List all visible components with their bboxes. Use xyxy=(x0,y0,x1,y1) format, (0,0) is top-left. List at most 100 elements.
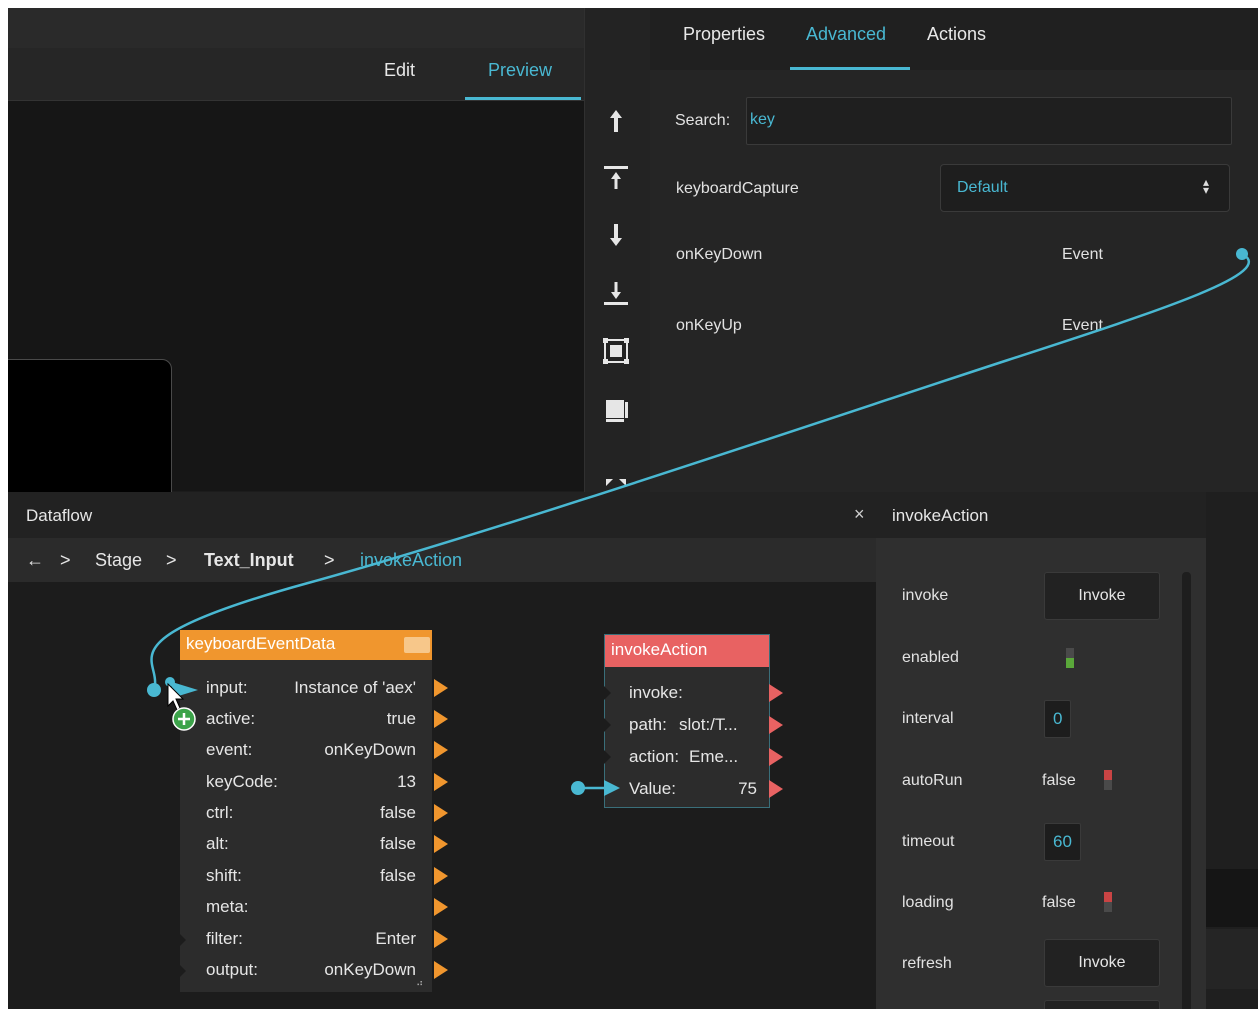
expand-icon[interactable] xyxy=(601,474,631,492)
breadcrumb-separator: > xyxy=(324,550,335,570)
tab-properties[interactable]: Properties xyxy=(683,24,765,45)
node-row[interactable]: meta: xyxy=(206,893,416,921)
node-row[interactable]: ctrl: false xyxy=(206,799,416,827)
inspector-label-timeout: timeout xyxy=(902,833,955,850)
row-value: true xyxy=(386,709,416,728)
search-value[interactable]: key xyxy=(750,111,775,129)
refresh-invoke-button[interactable]: Invoke xyxy=(1044,939,1160,987)
row-key: alt: xyxy=(206,834,229,853)
move-up-icon[interactable] xyxy=(601,106,631,136)
prop-onkeyup-label: onKeyUp xyxy=(676,317,742,334)
row-value: onKeyDown xyxy=(324,960,416,979)
node-row[interactable]: shift: false xyxy=(206,862,416,890)
node-row[interactable]: active: true xyxy=(206,705,416,733)
move-down-icon[interactable] xyxy=(601,220,631,250)
row-value: 75 xyxy=(738,779,757,798)
input-port[interactable] xyxy=(603,749,611,765)
inspector-label-interval: interval xyxy=(902,710,954,727)
node-row[interactable]: input: Instance of 'aex' xyxy=(206,674,416,702)
output-port[interactable] xyxy=(434,773,448,791)
node-row[interactable]: Value: 75 xyxy=(629,775,757,803)
select-arrows-icon: ▴ ▾ xyxy=(1202,175,1209,197)
row-key: ctrl: xyxy=(206,803,234,822)
breadcrumb-item-text-input[interactable]: Text_Input xyxy=(204,550,294,571)
dataflow-title: Dataflow xyxy=(26,506,93,525)
output-port[interactable] xyxy=(434,804,448,822)
row-key: event: xyxy=(206,740,253,759)
autorun-toggle[interactable] xyxy=(1104,770,1112,790)
row-key: input: xyxy=(206,678,248,697)
node-title-bar[interactable]: invokeAction xyxy=(605,635,769,667)
output-port[interactable] xyxy=(434,679,448,697)
resize-handle-icon[interactable]: ⠴ xyxy=(416,978,423,989)
breadcrumb-separator: > xyxy=(166,550,177,570)
output-port[interactable] xyxy=(434,898,448,916)
input-port[interactable] xyxy=(178,963,186,979)
tab-actions[interactable]: Actions xyxy=(927,24,986,45)
keyboard-event-data-node[interactable]: keyboardEventData input: Instance of 'aex… xyxy=(178,630,448,992)
properties-tab-bar: Properties Advanced Actions xyxy=(650,8,1258,70)
app-window: Edit Preview Properties Advanced Actions… xyxy=(8,8,1258,1009)
fit-selection-icon[interactable] xyxy=(601,394,631,424)
output-port[interactable] xyxy=(434,930,448,948)
tab-advanced[interactable]: Advanced xyxy=(806,24,886,45)
toggle-off-indicator xyxy=(1104,892,1112,902)
output-port[interactable] xyxy=(769,780,783,798)
inspector-scrollbar[interactable] xyxy=(1182,572,1191,1009)
prop-keyboardcapture-label: keyboardCapture xyxy=(676,180,799,197)
inspector-title: invokeAction xyxy=(892,506,989,525)
breadcrumb-item-invokeaction[interactable]: invokeAction xyxy=(360,550,462,571)
row-value: Enter xyxy=(375,929,416,948)
node-row[interactable]: path: slot:/T... xyxy=(629,711,757,739)
node-row[interactable]: invoke: xyxy=(629,679,757,707)
output-port[interactable] xyxy=(434,835,448,853)
inspector-label-enabled: enabled xyxy=(902,649,959,666)
keyboardcapture-select[interactable]: Default ▴ ▾ xyxy=(940,164,1230,212)
output-port[interactable] xyxy=(769,748,783,766)
timeout-input[interactable]: 60 xyxy=(1044,823,1081,861)
invoke-button[interactable]: Invoke xyxy=(1044,572,1160,620)
output-port[interactable] xyxy=(769,716,783,734)
row-value: false xyxy=(380,834,416,853)
node-row[interactable]: action: Eme... xyxy=(629,743,757,771)
input-port[interactable] xyxy=(178,932,186,948)
node-row[interactable]: alt: false xyxy=(206,830,416,858)
stage-canvas[interactable] xyxy=(8,101,584,555)
search-input[interactable]: key xyxy=(746,97,1232,145)
invoke-action-node[interactable]: invokeAction invoke: path: slot:/T... act… xyxy=(603,634,783,808)
fit-icon[interactable] xyxy=(601,336,631,366)
output-port[interactable] xyxy=(434,741,448,759)
row-value: onKeyDown xyxy=(324,740,416,759)
output-port[interactable] xyxy=(434,867,448,885)
interval-input[interactable]: 0 xyxy=(1044,700,1072,738)
side-panel-block xyxy=(1206,869,1258,927)
node-title-bar[interactable]: keyboardEventData xyxy=(180,630,432,660)
output-port[interactable] xyxy=(434,710,448,728)
next-row-button[interactable] xyxy=(1044,1000,1160,1009)
inspector-label-refresh: refresh xyxy=(902,955,952,972)
node-row[interactable]: event: onKeyDown xyxy=(206,736,416,764)
keyboard-icon xyxy=(404,637,430,653)
move-to-bottom-icon[interactable] xyxy=(601,278,631,308)
input-port[interactable] xyxy=(603,717,611,733)
row-value: Eme... xyxy=(689,747,739,766)
row-key: Value: xyxy=(629,779,676,798)
output-port[interactable] xyxy=(769,684,783,702)
input-port[interactable] xyxy=(603,685,611,701)
loading-toggle[interactable] xyxy=(1104,892,1112,912)
node-row[interactable]: output: onKeyDown xyxy=(206,956,416,984)
tab-preview[interactable]: Preview xyxy=(488,60,552,81)
enabled-toggle[interactable] xyxy=(1066,648,1074,668)
node-row[interactable]: filter: Enter xyxy=(206,925,416,953)
toggle-on-indicator xyxy=(1066,658,1074,668)
move-to-top-icon[interactable] xyxy=(601,163,631,193)
row-key: invoke: xyxy=(629,683,683,702)
back-arrow-icon[interactable]: ← xyxy=(26,550,44,571)
node-row[interactable]: keyCode: 13 xyxy=(206,768,416,796)
breadcrumb: ← > Stage > Text_Input > invokeAction xyxy=(8,538,876,582)
output-port[interactable] xyxy=(434,961,448,979)
breadcrumb-item-stage[interactable]: Stage xyxy=(95,550,142,571)
tab-edit[interactable]: Edit xyxy=(384,60,415,81)
close-icon[interactable]: × xyxy=(854,504,865,525)
row-key: active: xyxy=(206,709,256,728)
